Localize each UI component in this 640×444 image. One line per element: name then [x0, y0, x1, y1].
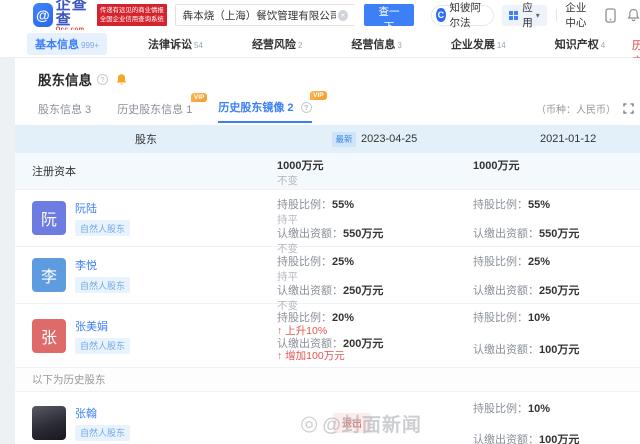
section-header: 股东信息 ? — [15, 58, 640, 89]
avatar[interactable]: 阮 — [32, 201, 66, 235]
latest-values: 持股比例：55% 持平 认缴出资额：550万元 不变 — [277, 190, 473, 246]
tab-intellectual-property[interactable]: 知识产权 4 — [547, 33, 613, 55]
shareholder-card: 股东信息 ? 股东信息 3 历史股东信息 1 VIP 历史股东镜像 2 VIP … — [15, 58, 640, 444]
prev-values: 持股比例：10% 认缴出资额：100万元 — [473, 392, 640, 444]
latest-values: 持股比例：20% ↑ 上升10% 认缴出资额：200万元 ↑ 增加100万元 — [277, 304, 473, 367]
shareholder-name-link[interactable]: 阮陆 — [75, 200, 130, 216]
apps-label: 应用 — [522, 0, 533, 30]
help-question-icon[interactable]: ? — [97, 74, 108, 85]
top-bar: @ 企查查 Qcc.com 传递有远见的商业情报 全国企业信用查询系统 × 查一… — [0, 0, 640, 30]
search-bar: × 查一下 — [175, 4, 415, 26]
registered-capital-latest: 1000万元 不变 — [277, 153, 473, 189]
prev-values: 持股比例：25% 认缴出资额：250万元 — [473, 247, 640, 303]
top-right-nav: C 知彼阿尔法 应用 ▾ 企业中心 — [431, 0, 640, 30]
vip-badge: VIP — [310, 91, 326, 100]
fullscreen-expand-icon[interactable] — [623, 103, 634, 114]
apps-grid-icon — [509, 11, 518, 20]
shareholder-name-link[interactable]: 李悦 — [75, 257, 130, 273]
shareholder-identity: 张翰 自然人股东 — [15, 392, 277, 444]
divider — [556, 9, 557, 21]
slogan-line2: 全国企业信用查询系统 — [100, 15, 164, 24]
brand-slogan-badge: 传递有远见的商业情报 全国企业信用查询系统 — [97, 4, 167, 27]
tab-basic-info[interactable]: 基本信息 999+ — [27, 33, 107, 55]
enterprise-center-link[interactable]: 企业中心 — [565, 0, 594, 30]
notifications-bell-icon[interactable] — [627, 8, 640, 22]
col-header-date-latest: 最新 2023-04-25 — [277, 132, 473, 147]
subtab-history-shareholders[interactable]: 历史股东信息 1 VIP — [117, 101, 192, 123]
alpha-label: 知彼阿尔法 — [450, 0, 485, 30]
chevron-down-icon: ▾ — [536, 11, 540, 20]
qcc-logo-icon[interactable]: @ — [33, 3, 53, 27]
shareholder-name-link[interactable]: 张美娟 — [75, 318, 130, 334]
mobile-app-icon[interactable] — [605, 8, 616, 23]
up-arrow-icon: ↑ — [277, 325, 282, 337]
search-button[interactable]: 查一下 — [364, 4, 414, 26]
shareholder-type-tag: 自然人股东 — [75, 338, 130, 354]
latest-badge: 最新 — [332, 132, 356, 147]
history-shareholders-divider: 以下为历史股东 — [15, 368, 640, 392]
monitor-bell-icon[interactable] — [115, 73, 128, 86]
shareholder-type-tag: 自然人股东 — [75, 277, 130, 293]
avatar[interactable]: 李 — [32, 258, 66, 292]
registered-capital-label: 注册资本 — [15, 153, 277, 189]
page: @ 企查查 Qcc.com 传递有远见的商业情报 全国企业信用查询系统 × 查一… — [0, 0, 640, 444]
shareholder-name-link[interactable]: 张翰 — [75, 405, 130, 421]
prev-values: 持股比例：10% 认缴出资额：100万元 — [473, 304, 640, 367]
col-header-date-prev: 2021-01-12 — [473, 133, 640, 145]
tab-company-development[interactable]: 企业发展 14 — [443, 33, 514, 55]
tab-operation-risk[interactable]: 经营风险 2 — [244, 33, 310, 55]
slogan-line1: 传递有远见的商业情报 — [100, 6, 164, 15]
shareholder-type-tag: 自然人股东 — [75, 425, 130, 441]
clear-search-icon[interactable]: × — [338, 10, 348, 21]
table-row: 阮 阮陆 自然人股东 持股比例：55% 持平 认缴出资额：550万元 不变 持股… — [15, 190, 640, 247]
prev-values: 持股比例：55% 认缴出资额：550万元 — [473, 190, 640, 246]
shareholder-identity: 李 李悦 自然人股东 — [15, 247, 277, 303]
shareholder-subtabs: 股东信息 3 历史股东信息 1 VIP 历史股东镜像 2 VIP ? （币种：人… — [15, 89, 640, 123]
news-logo-icon: ◎ — [300, 411, 319, 436]
watermark-text: @封面新闻 — [322, 410, 422, 437]
shareholder-identity: 阮 阮陆 自然人股东 — [15, 190, 277, 246]
section-title: 股东信息 — [38, 69, 92, 89]
registered-capital-prev: 1000万元 — [473, 153, 640, 189]
avatar[interactable]: 张 — [32, 319, 66, 353]
up-arrow-icon: ↑ — [277, 350, 282, 362]
zhibei-alpha-link[interactable]: C 知彼阿尔法 — [431, 5, 494, 26]
apps-menu[interactable]: 应用 ▾ — [502, 5, 547, 26]
table-tools: （币种：人民币） — [536, 101, 634, 116]
search-input[interactable] — [175, 4, 354, 26]
col-header-shareholder: 股东 — [15, 131, 277, 147]
currency-note: （币种：人民币） — [536, 101, 616, 116]
watermark: ◎ @封面新闻 — [300, 410, 422, 437]
help-question-icon[interactable]: ? — [301, 102, 312, 113]
vip-badge: VIP — [191, 93, 207, 102]
table-row: 张 张美娟 自然人股东 持股比例：20% ↑ 上升10% 认缴出资额：200万元… — [15, 304, 640, 368]
registered-capital-row: 注册资本 1000万元 不变 1000万元 — [15, 153, 640, 190]
subtab-shareholders[interactable]: 股东信息 3 — [38, 101, 91, 123]
company-tabs-bar: 基本信息 999+ 法律诉讼 54 经营风险 2 经营信息 3 企业发展 14 … — [0, 30, 640, 58]
tab-legal-litigation[interactable]: 法律诉讼 54 — [140, 33, 211, 55]
qcc-brand[interactable]: 企查查 Qcc.com — [56, 0, 95, 33]
alpha-icon: C — [436, 8, 445, 22]
shareholder-mirror-table: 股东 最新 2023-04-25 2021-01-12 注册资本 1000万元 … — [15, 125, 640, 444]
shareholder-identity: 张 张美娟 自然人股东 — [15, 304, 277, 367]
shareholder-photo-avatar[interactable] — [32, 406, 66, 440]
latest-values: 持股比例：25% 持平 认缴出资额：250万元 不变 — [277, 247, 473, 303]
tab-operation-info[interactable]: 经营信息 3 — [343, 33, 409, 55]
shareholder-type-tag: 自然人股东 — [75, 220, 130, 236]
table-header-row: 股东 最新 2023-04-25 2021-01-12 — [15, 125, 640, 153]
subtab-history-mirror[interactable]: 历史股东镜像 2 VIP ? — [218, 99, 311, 123]
table-row: 李 李悦 自然人股东 持股比例：25% 持平 认缴出资额：250万元 不变 持股… — [15, 247, 640, 304]
brand-name: 企查查 — [56, 0, 95, 27]
